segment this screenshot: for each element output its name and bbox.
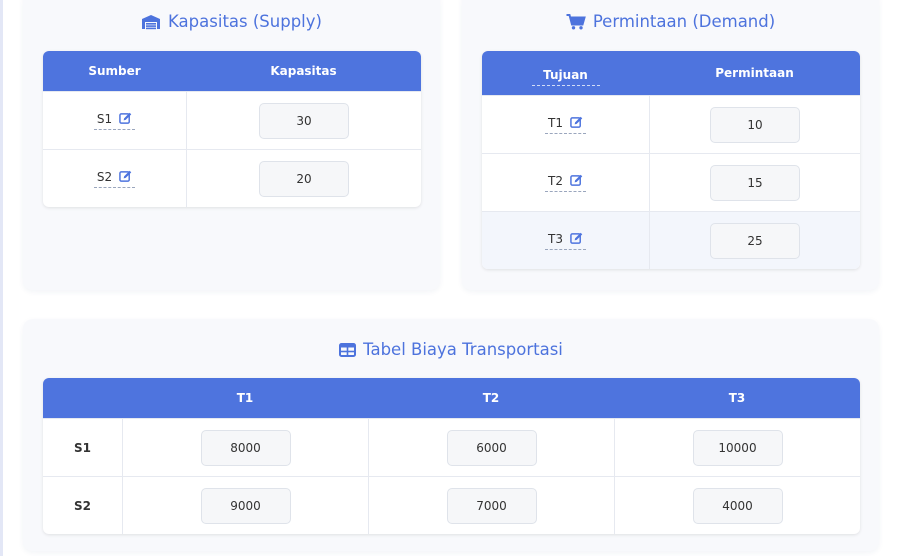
cost-input-s1-t3[interactable] — [692, 429, 783, 466]
cost-input-s2-t3[interactable] — [692, 487, 783, 524]
col-header-corner — [43, 378, 122, 418]
col-header-t2: T2 — [482, 391, 500, 405]
edit-icon[interactable] — [570, 232, 583, 245]
col-header-kapasitas: Kapasitas — [270, 64, 337, 78]
cost-table-header: T1 T2 T3 — [43, 378, 860, 418]
table-row: S2 — [43, 476, 860, 534]
supply-table: Sumber Kapasitas S1 S2 — [43, 51, 421, 207]
source-label-s1[interactable]: S1 — [93, 112, 136, 130]
supply-card: Kapasitas (Supply) Sumber Kapasitas S1 S… — [23, 0, 440, 290]
cost-input-s2-t1[interactable] — [200, 487, 291, 524]
edit-icon[interactable] — [570, 174, 583, 187]
dest-label-t1[interactable]: T1 — [545, 116, 586, 134]
supply-title: Kapasitas (Supply) — [23, 12, 440, 31]
cost-title: Tabel Biaya Transportasi — [23, 340, 879, 359]
shopping-cart-icon — [566, 13, 586, 29]
edit-icon[interactable] — [119, 170, 132, 183]
demand-title-text: Permintaan (Demand) — [592, 12, 776, 31]
col-header-permintaan: Permintaan — [715, 66, 794, 80]
source-label-s2[interactable]: S2 — [93, 170, 136, 188]
demand-table: Tujuan Permintaan T1 T2 — [482, 51, 860, 269]
demand-input-t3[interactable] — [710, 222, 800, 259]
edit-icon[interactable] — [119, 112, 132, 125]
cost-title-text: Tabel Biaya Transportasi — [363, 340, 563, 359]
cost-card: Tabel Biaya Transportasi T1 T2 T3 S1 S2 — [23, 319, 879, 551]
supply-title-text: Kapasitas (Supply) — [168, 12, 322, 31]
left-border — [0, 0, 3, 556]
cost-input-s1-t1[interactable] — [200, 429, 291, 466]
demand-table-header: Tujuan Permintaan — [482, 51, 860, 95]
capacity-input-s2[interactable] — [259, 160, 349, 197]
row-header-s2: S2 — [74, 498, 91, 513]
demand-title: Permintaan (Demand) — [462, 12, 879, 31]
row-header-s1: S1 — [74, 440, 91, 455]
table-row: T1 — [482, 95, 860, 153]
table-row: T3 — [482, 211, 860, 269]
table-icon — [339, 342, 357, 357]
demand-input-t2[interactable] — [710, 164, 800, 201]
table-row: S2 — [43, 149, 421, 207]
col-header-tujuan[interactable]: Tujuan — [531, 68, 600, 86]
dest-label-t2[interactable]: T2 — [545, 174, 586, 192]
cost-table: T1 T2 T3 S1 S2 — [43, 378, 860, 534]
table-row: S1 — [43, 418, 860, 476]
dest-label-t3[interactable]: T3 — [545, 232, 586, 250]
col-header-sumber: Sumber — [88, 64, 141, 78]
supply-table-header: Sumber Kapasitas — [43, 51, 421, 91]
warehouse-icon — [142, 14, 161, 29]
capacity-input-s1[interactable] — [259, 102, 349, 139]
demand-input-t1[interactable] — [710, 106, 800, 143]
cost-input-s1-t2[interactable] — [446, 429, 537, 466]
table-row: T2 — [482, 153, 860, 211]
cost-input-s2-t2[interactable] — [446, 487, 537, 524]
col-header-t1: T1 — [236, 391, 254, 405]
table-row: S1 — [43, 91, 421, 149]
demand-card: Permintaan (Demand) Tujuan Permintaan T1 — [462, 0, 879, 290]
col-header-t3: T3 — [728, 391, 746, 405]
edit-icon[interactable] — [570, 116, 583, 129]
